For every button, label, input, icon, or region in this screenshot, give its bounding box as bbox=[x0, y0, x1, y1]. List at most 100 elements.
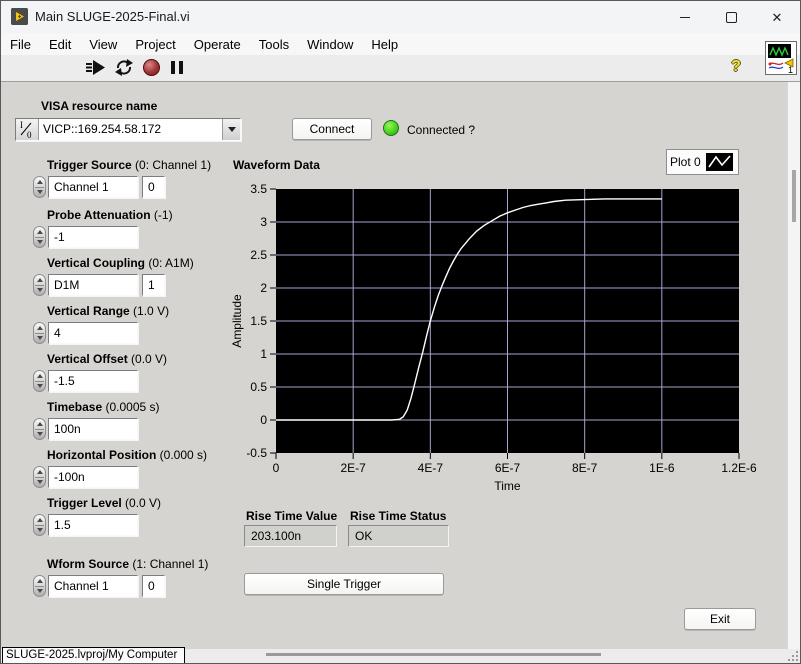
exit-button[interactable]: Exit bbox=[684, 608, 756, 630]
spinner-vertical-coupling[interactable] bbox=[33, 274, 46, 296]
decrement-icon[interactable] bbox=[37, 589, 43, 593]
spinner-wform-source[interactable] bbox=[33, 575, 46, 597]
y-tick-label: 3.5 bbox=[250, 182, 267, 196]
rise-time-status-label: Rise Time Status bbox=[350, 509, 446, 523]
decrement-icon[interactable] bbox=[37, 384, 43, 388]
field-vertical-range[interactable]: 4 bbox=[48, 322, 138, 344]
run-icon bbox=[86, 60, 106, 75]
field-trigger-level[interactable]: 1.5 bbox=[48, 514, 138, 536]
y-tick-label: 2 bbox=[260, 281, 267, 295]
menu-item-edit[interactable]: Edit bbox=[40, 37, 80, 52]
increment-icon[interactable] bbox=[37, 230, 43, 234]
increment-icon[interactable] bbox=[37, 470, 43, 474]
increment-icon[interactable] bbox=[37, 180, 43, 184]
single-trigger-button[interactable]: Single Trigger bbox=[244, 573, 444, 595]
aux-field-wform-source[interactable]: 0 bbox=[142, 575, 165, 597]
horizontal-scrollbar-thumb[interactable] bbox=[266, 653, 601, 656]
x-tick-label: 8E-7 bbox=[572, 461, 598, 475]
spinner-trigger-level[interactable] bbox=[33, 514, 46, 536]
control-label-wform-source: Wform Source (1: Channel 1) bbox=[47, 557, 208, 571]
field-vertical-coupling[interactable]: D1M bbox=[48, 274, 138, 296]
vi-thumbnail-icon[interactable]: 1 bbox=[765, 41, 797, 75]
io-glyph-icon: I 0 bbox=[16, 119, 39, 140]
x-tick-label: 4E-7 bbox=[418, 461, 444, 475]
decrement-icon[interactable] bbox=[37, 480, 43, 484]
rise-time-status-indicator: OK bbox=[348, 525, 449, 547]
x-axis-label: Time bbox=[494, 479, 521, 493]
vertical-scrollbar-thumb[interactable] bbox=[792, 170, 796, 222]
close-button[interactable]: ✕ bbox=[754, 1, 800, 33]
context-help-button[interactable]: ? bbox=[728, 58, 744, 76]
increment-icon[interactable] bbox=[37, 579, 43, 583]
spinner-horizontal-position[interactable] bbox=[33, 466, 46, 488]
control-label-horizontal-position: Horizontal Position (0.000 s) bbox=[47, 448, 207, 462]
waveform-graph-title: Waveform Data bbox=[233, 158, 320, 172]
y-tick-label: -0.5 bbox=[246, 446, 267, 460]
increment-icon[interactable] bbox=[37, 326, 43, 330]
toolbar: ? bbox=[1, 55, 800, 82]
minimize-button[interactable] bbox=[662, 1, 708, 33]
visa-resource-combo[interactable]: I 0 VICP::169.254.58.172 bbox=[15, 118, 241, 141]
window-controls: ✕ bbox=[662, 1, 800, 33]
menu-item-operate[interactable]: Operate bbox=[185, 37, 250, 52]
menu-item-file[interactable]: File bbox=[1, 37, 40, 52]
combo-dropdown-button[interactable] bbox=[222, 119, 240, 140]
maximize-button[interactable] bbox=[708, 1, 754, 33]
svg-text:I: I bbox=[20, 120, 23, 130]
control-label-trigger-level: Trigger Level (0.0 V) bbox=[47, 496, 161, 510]
abort-button[interactable] bbox=[141, 58, 161, 76]
control-label-trigger-source: Trigger Source (0: Channel 1) bbox=[47, 158, 211, 172]
y-tick-label: 1 bbox=[260, 347, 267, 361]
x-tick-label: 0 bbox=[273, 461, 280, 475]
resize-grip[interactable] bbox=[787, 650, 798, 661]
plot-legend-label: Plot 0 bbox=[670, 155, 701, 169]
control-label-vertical-offset: Vertical Offset (0.0 V) bbox=[47, 352, 167, 366]
vertical-scrollbar[interactable] bbox=[787, 82, 800, 649]
spinner-trigger-source[interactable] bbox=[33, 176, 46, 198]
menu-item-help[interactable]: Help bbox=[362, 37, 407, 52]
x-tick-label: 1E-6 bbox=[649, 461, 675, 475]
decrement-icon[interactable] bbox=[37, 336, 43, 340]
menu-item-project[interactable]: Project bbox=[126, 37, 184, 52]
field-probe-attenuation[interactable]: -1 bbox=[48, 226, 138, 248]
spinner-timebase[interactable] bbox=[33, 418, 46, 440]
decrement-icon[interactable] bbox=[37, 240, 43, 244]
increment-icon[interactable] bbox=[37, 374, 43, 378]
increment-icon[interactable] bbox=[37, 278, 43, 282]
chevron-down-icon bbox=[228, 127, 236, 132]
pause-icon bbox=[171, 61, 183, 74]
connect-button[interactable]: Connect bbox=[292, 118, 372, 140]
menu-item-view[interactable]: View bbox=[80, 37, 126, 52]
aux-field-trigger-source[interactable]: 0 bbox=[142, 176, 165, 198]
spinner-probe-attenuation[interactable] bbox=[33, 226, 46, 248]
run-button[interactable] bbox=[84, 58, 108, 76]
field-horizontal-position[interactable]: -100n bbox=[48, 466, 138, 488]
field-timebase[interactable]: 100n bbox=[48, 418, 138, 440]
control-label-timebase: Timebase (0.0005 s) bbox=[47, 400, 160, 414]
visa-resource-value[interactable]: VICP::169.254.58.172 bbox=[39, 119, 222, 140]
field-wform-source[interactable]: Channel 1 bbox=[48, 575, 138, 597]
control-label-probe-attenuation: Probe Attenuation (-1) bbox=[47, 208, 173, 222]
spinner-vertical-range[interactable] bbox=[33, 322, 46, 344]
decrement-icon[interactable] bbox=[37, 528, 43, 532]
decrement-icon[interactable] bbox=[37, 432, 43, 436]
increment-icon[interactable] bbox=[37, 518, 43, 522]
plot-legend[interactable]: Plot 0 bbox=[666, 149, 739, 175]
decrement-icon[interactable] bbox=[37, 190, 43, 194]
y-tick-label: 3 bbox=[260, 215, 267, 229]
menu-bar: FileEditViewProjectOperateToolsWindowHel… bbox=[1, 33, 800, 56]
vi-badge-number: 1 bbox=[788, 65, 793, 74]
menu-item-tools[interactable]: Tools bbox=[250, 37, 298, 52]
project-context-label: SLUGE-2025.lvproj/My Computer bbox=[2, 647, 185, 664]
run-continuously-button[interactable] bbox=[112, 58, 136, 76]
aux-field-vertical-coupling[interactable]: 1 bbox=[142, 274, 165, 296]
field-vertical-offset[interactable]: -1.5 bbox=[48, 370, 138, 392]
menu-item-window[interactable]: Window bbox=[298, 37, 362, 52]
increment-icon[interactable] bbox=[37, 422, 43, 426]
pause-button[interactable] bbox=[169, 58, 185, 76]
y-tick-label: 0.5 bbox=[250, 380, 267, 394]
decrement-icon[interactable] bbox=[37, 288, 43, 292]
connected-led-indicator bbox=[383, 120, 399, 136]
field-trigger-source[interactable]: Channel 1 bbox=[48, 176, 138, 198]
spinner-vertical-offset[interactable] bbox=[33, 370, 46, 392]
